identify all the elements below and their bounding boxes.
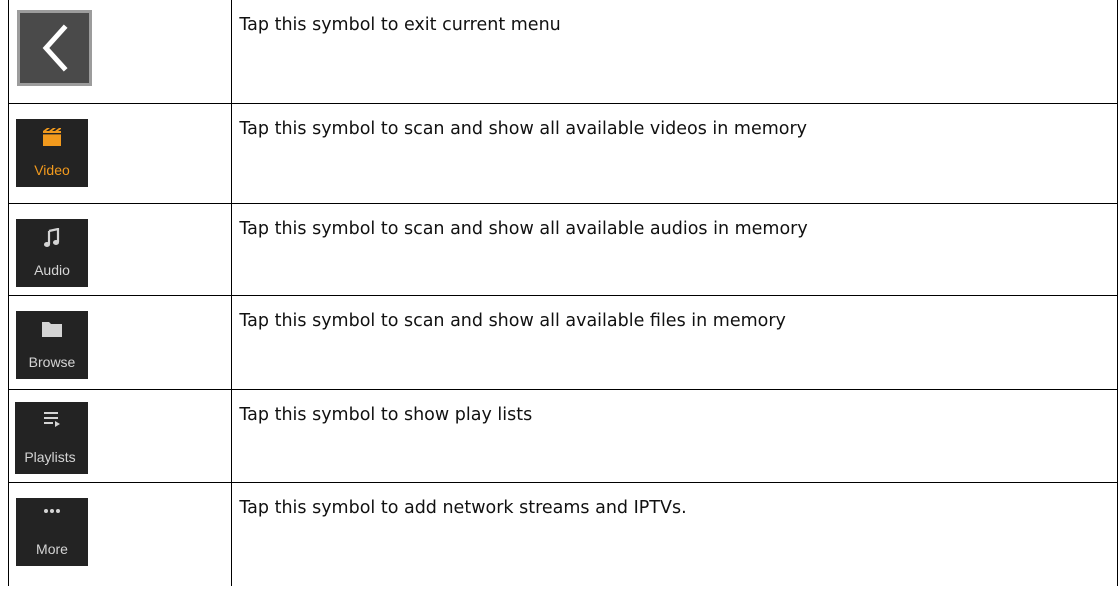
symbol-legend-table: Tap this symbol to exit current menu Vid… [7, 0, 1118, 586]
table-row: Playlists Tap this symbol to show play l… [7, 388, 1118, 483]
description-cell: Tap this symbol to show play lists [231, 388, 1118, 483]
table-row: Browse Tap this symbol to scan and show … [7, 294, 1118, 390]
video-tab-label: Video [34, 161, 70, 178]
more-tab-label: More [36, 540, 68, 557]
browse-tab-label: Browse [28, 353, 76, 370]
audio-tab[interactable]: Audio [16, 218, 88, 287]
clapperboard-icon [43, 127, 61, 146]
video-tab[interactable]: Video [16, 118, 88, 187]
description-cell: Tap this symbol to scan and show all ava… [231, 202, 1118, 296]
playlists-tab[interactable]: Playlists [15, 401, 88, 474]
table-row: Audio Tap this symbol to scan and show a… [7, 202, 1118, 296]
back-chevron-icon [42, 24, 68, 72]
icon-cell [7, 0, 233, 104]
table-row: Tap this symbol to exit current menu [7, 0, 1118, 104]
icon-cell: Browse [7, 294, 233, 390]
description-cell: Tap this symbol to exit current menu [231, 0, 1118, 104]
icon-cell: Audio [7, 202, 233, 296]
folder-icon [42, 321, 62, 337]
icon-cell: Video [7, 102, 233, 204]
table-row: More Tap this symbol to add network stre… [7, 481, 1118, 586]
music-note-icon [44, 227, 60, 247]
description-cell: Tap this symbol to scan and show all ava… [231, 102, 1118, 204]
playlists-tab-label: Playlists [24, 448, 76, 465]
playlist-icon [43, 411, 60, 427]
icon-cell: More [7, 481, 233, 586]
icon-cell: Playlists [7, 388, 233, 483]
more-dots-icon [44, 508, 60, 513]
description-cell: Tap this symbol to add network streams a… [231, 481, 1118, 586]
back-button[interactable] [17, 10, 92, 86]
browse-tab[interactable]: Browse [16, 310, 88, 379]
audio-tab-label: Audio [34, 261, 70, 278]
description-cell: Tap this symbol to scan and show all ava… [231, 294, 1118, 390]
table-row: Video Tap this symbol to scan and show a… [7, 102, 1118, 204]
more-tab[interactable]: More [16, 497, 88, 566]
